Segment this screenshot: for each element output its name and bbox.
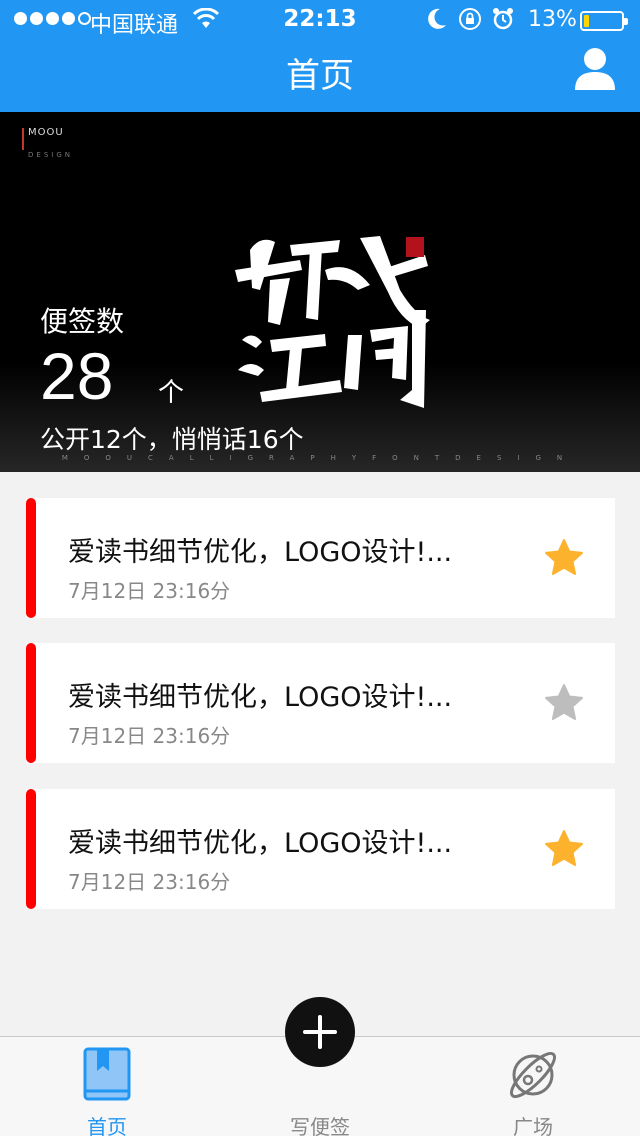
top-bar: 中国联通 22:13 13% 首页 — [0, 0, 640, 112]
calligraphy-artwork — [235, 236, 430, 408]
note-date: 7月12日 23:16分 — [68, 579, 231, 603]
tab-label: 广场 — [513, 1115, 553, 1136]
tab-home[interactable]: 首页 — [37, 1037, 177, 1136]
note-accent-bar — [26, 498, 36, 618]
seal-stamp — [406, 237, 424, 257]
battery-percent: 13% — [528, 7, 577, 32]
book-icon — [83, 1047, 131, 1101]
note-title: 爱读书细节优化，LOGO设计!... — [68, 828, 453, 859]
tab-square[interactable]: 广场 — [463, 1037, 603, 1136]
note-date: 7月12日 23:16分 — [68, 870, 231, 894]
star-icon[interactable] — [544, 683, 584, 723]
user-icon[interactable] — [574, 46, 616, 92]
note-accent-bar — [26, 643, 36, 763]
battery-icon — [580, 11, 628, 31]
note-accent-bar — [26, 789, 36, 909]
banner-tagline: MOOUCALLIGRAPHYFONTDESIGN — [61, 454, 579, 462]
note-title: 爱读书细节优化，LOGO设计!... — [68, 682, 453, 713]
note-count-label: 便签数 — [40, 305, 125, 338]
note-card[interactable]: 爱读书细节优化，LOGO设计!... 7月12日 23:16分 — [26, 789, 615, 909]
star-icon[interactable] — [544, 829, 584, 869]
moon-icon — [428, 8, 446, 29]
star-icon[interactable] — [544, 538, 584, 578]
note-date: 7月12日 23:16分 — [68, 724, 231, 748]
note-card[interactable]: 爱读书细节优化，LOGO设计!... 7月12日 23:16分 — [26, 643, 615, 763]
summary-banner: MOOU DESIGN 便签数 28 个 公开12个，悄悄话16个 MOOUCA… — [0, 112, 640, 472]
note-count-value: 28 — [40, 339, 114, 413]
status-bar: 中国联通 22:13 13% — [0, 0, 640, 40]
note-card[interactable]: 爱读书细节优化，LOGO设计!... 7月12日 23:16分 — [26, 498, 615, 618]
tab-label: 首页 — [87, 1115, 127, 1136]
add-note-button[interactable] — [285, 997, 355, 1067]
tab-label: 写便签 — [290, 1115, 350, 1136]
note-count-unit: 个 — [158, 378, 185, 408]
plus-icon — [303, 1015, 337, 1049]
page-title: 首页 — [286, 56, 354, 96]
alarm-icon — [493, 8, 513, 30]
note-title: 爱读书细节优化，LOGO设计!... — [68, 537, 453, 568]
rotation-lock-icon — [459, 8, 481, 30]
brand-logo: MOOU DESIGN — [22, 128, 73, 160]
planet-icon — [510, 1052, 556, 1098]
note-count-detail: 公开12个，悄悄话16个 — [40, 425, 304, 454]
